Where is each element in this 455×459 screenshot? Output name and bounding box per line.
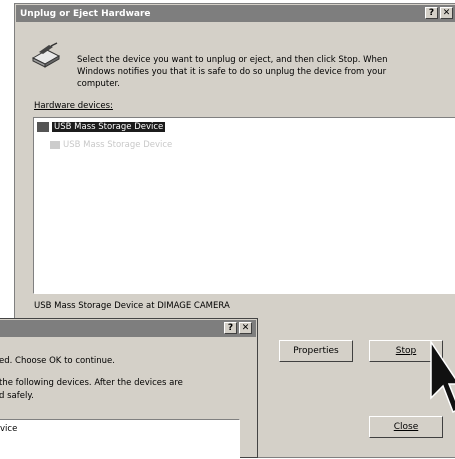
confirm-dialog-titlebar[interactable]: ? ✕ (0, 320, 256, 337)
device-name: USB Mass Storage Device (52, 122, 166, 132)
usb-device-icon (50, 141, 60, 149)
device-list-item[interactable]: USB Mass Storage Device (50, 140, 172, 150)
confirm-text-line-2: the following devices. After the devices… (0, 378, 183, 388)
confirm-list-item[interactable]: vice (0, 424, 17, 434)
close-window-button[interactable]: ✕ (440, 7, 453, 19)
dialog-titlebar[interactable]: Unplug or Eject Hardware ? ✕ (16, 5, 455, 22)
hardware-device-icon (31, 42, 61, 68)
help-button[interactable]: ? (425, 7, 438, 19)
hardware-devices-list[interactable]: USB Mass Storage Device USB Mass Storage… (33, 117, 455, 294)
usb-device-icon (37, 122, 49, 132)
hardware-devices-label: Hardware devices: (34, 101, 113, 111)
confirm-help-button[interactable]: ? (224, 322, 237, 334)
mouse-pointer-icon (430, 340, 455, 414)
instructions-line-3: computer. (77, 79, 120, 89)
confirm-text-line-3: d safely. (0, 391, 34, 401)
confirm-close-button[interactable]: ✕ (239, 322, 252, 334)
confirm-device-list[interactable]: vice (0, 419, 240, 459)
confirm-dialog: ? ✕ ed. Choose OK to continue. the follo… (0, 318, 258, 459)
device-status-text: USB Mass Storage Device at DIMAGE CAMERA (34, 301, 230, 311)
instructions-line-2: Windows notifies you that it is safe to … (77, 67, 387, 77)
instructions-line-1: Select the device you want to unplug or … (77, 55, 388, 65)
device-list-item-selected[interactable]: USB Mass Storage Device (37, 122, 166, 132)
properties-button[interactable]: Properties (279, 340, 353, 362)
device-name: USB Mass Storage Device (63, 140, 173, 150)
dialog-title: Unplug or Eject Hardware (20, 8, 151, 19)
confirm-text-line-1: ed. Choose OK to continue. (0, 356, 115, 366)
close-button[interactable]: Close (369, 416, 443, 438)
